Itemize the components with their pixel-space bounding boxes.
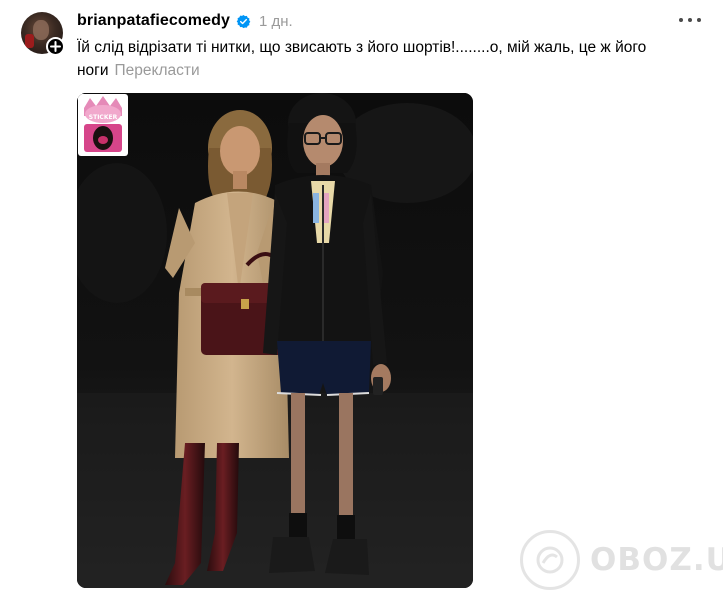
sticker: STICKER	[78, 94, 128, 156]
avatar-detail	[25, 34, 34, 48]
translate-link[interactable]: Перекласти	[115, 62, 200, 79]
watermark: OBOZ.UA	[520, 528, 723, 592]
avatar-face	[33, 20, 49, 40]
watermark-logo-icon	[520, 530, 580, 590]
post: brianpatafiecomedy 1 дн. Їй слід відріза…	[0, 0, 723, 600]
follow-plus-icon[interactable]	[46, 37, 65, 56]
username[interactable]: brianpatafiecomedy	[77, 12, 230, 30]
post-photo[interactable]: STICKER	[77, 93, 473, 588]
post-caption: Їй слід відрізати ті нитки, що звисають …	[77, 36, 702, 82]
more-options-icon[interactable]	[679, 14, 701, 26]
svg-text:STICKER: STICKER	[89, 114, 118, 121]
post-time[interactable]: 1 дн.	[259, 13, 293, 30]
verified-badge-icon	[236, 14, 251, 29]
watermark-text: OBOZ.UA	[590, 542, 723, 578]
post-header: brianpatafiecomedy 1 дн.	[77, 10, 293, 32]
